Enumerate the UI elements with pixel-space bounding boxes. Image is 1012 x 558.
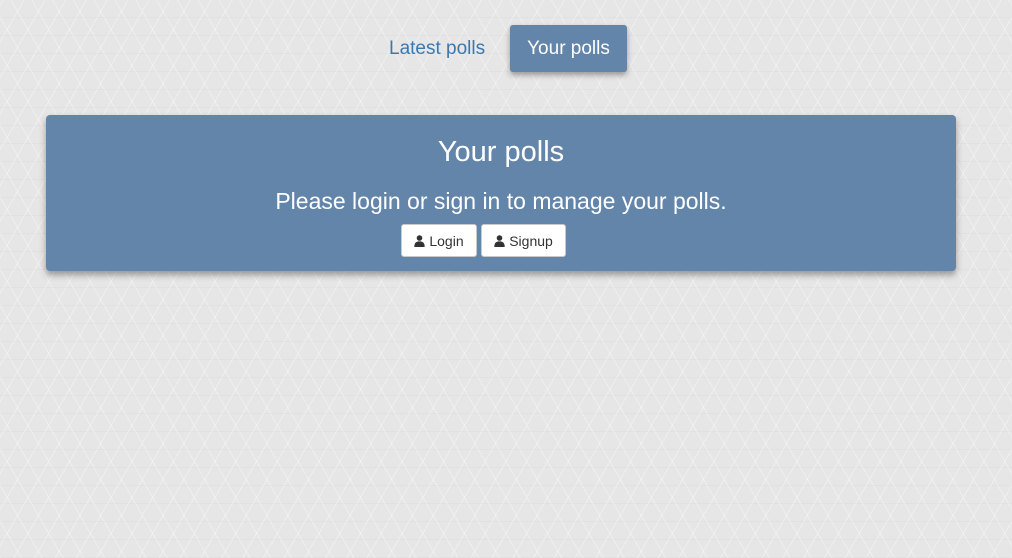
- panel-title: Your polls: [437, 136, 565, 168]
- login-label: Login: [429, 232, 464, 249]
- user-icon: [414, 234, 426, 247]
- signup-label: Signup: [509, 232, 553, 249]
- login-button[interactable]: Login: [401, 224, 477, 257]
- top-navigation: Latest polls Your polls: [0, 25, 1012, 72]
- login-prompt-message: Please login or sign in to manage your p…: [275, 188, 727, 214]
- nav-latest-polls[interactable]: Latest polls: [389, 25, 485, 72]
- signup-button[interactable]: Signup: [481, 224, 566, 257]
- your-polls-panel: Your polls Please login or sign in to ma…: [46, 115, 956, 271]
- nav-your-polls[interactable]: Your polls: [510, 25, 627, 72]
- user-icon: [494, 234, 505, 247]
